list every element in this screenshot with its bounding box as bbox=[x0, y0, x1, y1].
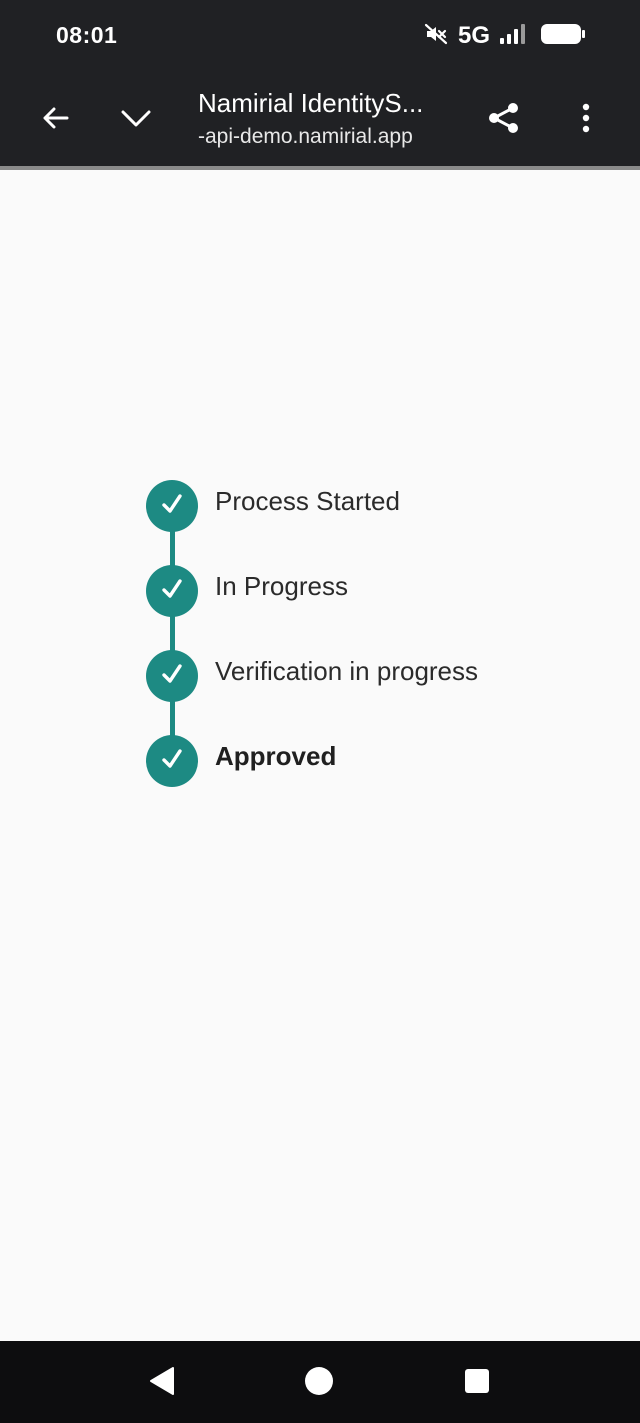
check-icon bbox=[159, 746, 185, 777]
minimize-button[interactable] bbox=[108, 92, 164, 148]
step-complete-marker bbox=[146, 565, 198, 617]
battery-icon bbox=[540, 22, 586, 51]
step-connector bbox=[170, 530, 175, 567]
step-complete-marker bbox=[146, 735, 198, 787]
more-vert-icon bbox=[580, 102, 592, 139]
chevron-down-icon bbox=[119, 101, 153, 140]
progress-steps: Process Started In Progress Verification… bbox=[146, 480, 566, 820]
status-icons: 5G bbox=[424, 20, 586, 52]
step-complete-marker bbox=[146, 480, 198, 532]
step-complete-marker bbox=[146, 650, 198, 702]
step-label-current: Approved bbox=[215, 741, 337, 771]
nav-home-button[interactable] bbox=[291, 1355, 347, 1411]
nav-home-icon bbox=[304, 1366, 334, 1401]
nav-back-icon bbox=[148, 1366, 176, 1401]
step-verification: Verification in progress bbox=[146, 650, 566, 737]
share-button[interactable] bbox=[476, 92, 532, 148]
status-bar: 08:01 5G bbox=[0, 0, 640, 70]
network-type: 5G bbox=[457, 22, 490, 49]
step-approved: Approved bbox=[146, 735, 566, 820]
step-label: Process Started bbox=[215, 486, 400, 516]
back-button[interactable] bbox=[27, 92, 83, 148]
nav-recents-button[interactable] bbox=[449, 1355, 505, 1411]
page-title: Namirial IdentityS... bbox=[198, 88, 424, 118]
step-label: In Progress bbox=[215, 571, 348, 601]
page-content: Process Started In Progress Verification… bbox=[0, 170, 640, 1341]
step-in-progress: In Progress bbox=[146, 565, 566, 652]
nav-recents-icon bbox=[464, 1368, 490, 1399]
check-icon bbox=[159, 576, 185, 607]
signal-icon bbox=[500, 23, 530, 50]
status-time: 08:01 bbox=[56, 22, 118, 48]
check-icon bbox=[159, 661, 185, 692]
step-process-started: Process Started bbox=[146, 480, 566, 567]
page-url: -api-demo.namirial.app bbox=[198, 125, 413, 148]
check-icon bbox=[159, 491, 185, 522]
browser-toolbar: Namirial IdentityS... -api-demo.namirial… bbox=[0, 70, 640, 168]
more-options-button[interactable] bbox=[558, 92, 614, 148]
back-arrow-icon bbox=[39, 102, 71, 139]
page-title-block[interactable]: Namirial IdentityS... -api-demo.namirial… bbox=[198, 88, 468, 149]
system-nav-bar bbox=[0, 1341, 640, 1423]
nav-back-button[interactable] bbox=[134, 1355, 190, 1411]
share-icon bbox=[487, 101, 521, 140]
mute-icon bbox=[424, 22, 448, 51]
step-connector bbox=[170, 700, 175, 737]
step-connector bbox=[170, 615, 175, 652]
step-label: Verification in progress bbox=[215, 656, 479, 686]
